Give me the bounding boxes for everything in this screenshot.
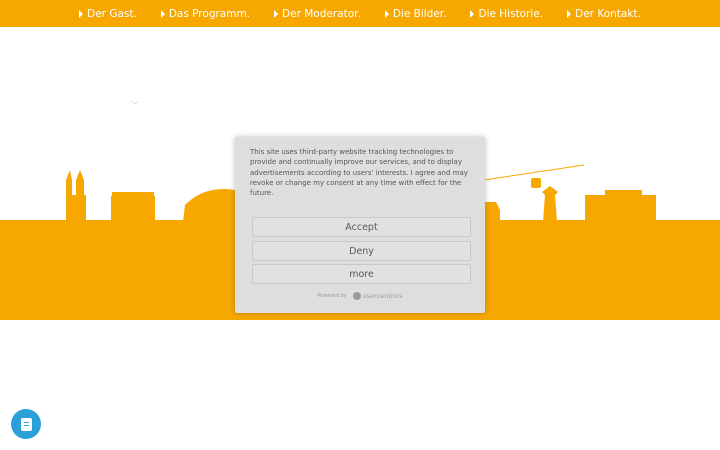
triangle-right-icon: [274, 9, 279, 18]
nav-item-der-moderator[interactable]: Der Moderator.: [274, 8, 361, 20]
triangle-right-icon: [160, 9, 165, 18]
more-button[interactable]: more: [252, 264, 471, 284]
cookie-consent-dialog: This site uses third-party website track…: [235, 137, 485, 313]
nav-item-label: Das Programm.: [168, 7, 251, 20]
consent-text: This site uses third-party website track…: [250, 148, 468, 198]
powered-by-label: Powered by: [317, 293, 347, 299]
triangle-right-icon: [79, 9, 84, 18]
townhall-shape: [111, 192, 155, 222]
dome-shape: [183, 189, 236, 222]
cable-car-line: [483, 164, 585, 181]
deny-button[interactable]: Deny: [252, 241, 471, 261]
usercentrics-brand: usercentrics: [362, 292, 403, 300]
cable-car-cabin: [531, 178, 541, 188]
nav-item-der-kontakt[interactable]: Der Kontakt.: [567, 8, 641, 20]
triangle-right-icon: [384, 9, 389, 18]
nav-item-label: Der Moderator.: [282, 7, 361, 20]
nav-item-label: Die Bilder.: [392, 7, 447, 20]
kiosk-shape: [484, 202, 500, 222]
nav-item-das-programm[interactable]: Das Programm.: [160, 7, 251, 20]
nav-item-die-bilder[interactable]: Die Bilder.: [384, 7, 447, 20]
tower-shape: [542, 186, 558, 222]
top-navigation: Der Gast. Das Programm. Der Moderator. D…: [0, 0, 720, 27]
nav-item-die-historie[interactable]: Die Historie.: [470, 8, 543, 20]
nav-item-label: Der Kontakt.: [575, 7, 641, 20]
chat-icon: [20, 417, 32, 431]
powered-by: Powered by usercentrics: [235, 292, 485, 300]
bird-icon: ﹀: [131, 101, 139, 110]
triangle-right-icon: [470, 9, 475, 18]
chat-button[interactable]: [11, 409, 41, 439]
nav-item-label: Der Gast.: [87, 7, 137, 20]
cathedral-shape: [66, 170, 86, 222]
nav-item-label: Die Historie.: [478, 7, 544, 20]
triangle-right-icon: [567, 9, 572, 18]
usercentrics-logo[interactable]: usercentrics: [352, 292, 403, 300]
usercentrics-icon: [352, 292, 361, 300]
nav-item-der-gast[interactable]: Der Gast.: [79, 8, 137, 20]
museum-shape: [585, 190, 656, 222]
accept-button[interactable]: Accept: [252, 217, 471, 237]
